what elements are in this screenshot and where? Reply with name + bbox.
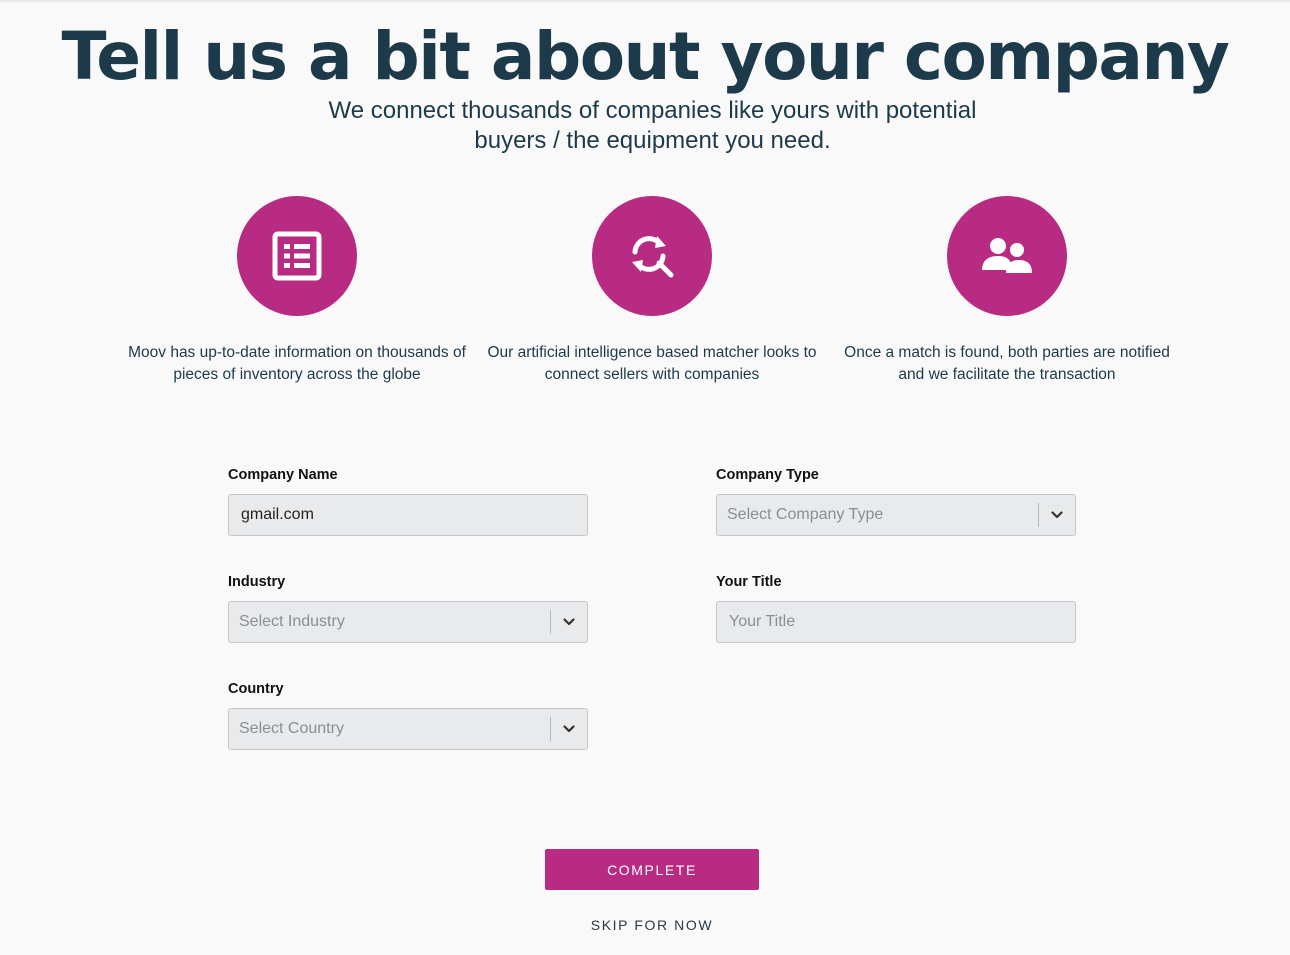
your-title-input[interactable] xyxy=(717,602,1075,642)
country-placeholder: Select Country xyxy=(239,720,344,737)
users-icon xyxy=(982,238,1032,273)
industry-placeholder: Select Industry xyxy=(239,613,345,630)
country-field: Country Select Country xyxy=(228,680,588,750)
company-type-placeholder: Select Company Type xyxy=(727,506,884,523)
country-label: Country xyxy=(228,681,284,697)
company-type-select[interactable]: Select Company Type xyxy=(716,494,1076,536)
industry-label: Industry xyxy=(228,574,286,590)
industry-field: Industry Select Industry xyxy=(228,573,588,643)
feature-description: Our artificial intelligence based matche… xyxy=(487,344,817,383)
feature-description: Moov has up-to-date information on thous… xyxy=(128,344,466,383)
company-name-input[interactable] xyxy=(229,495,587,535)
company-name-box xyxy=(228,494,588,536)
search-sync-icon xyxy=(632,236,674,278)
feature-matcher: Our artificial intelligence based matche… xyxy=(477,196,827,386)
your-title-label: Your Title xyxy=(716,574,782,590)
feature-inventory: Moov has up-to-date information on thous… xyxy=(122,196,472,386)
select-separator xyxy=(1038,503,1039,527)
feature-icon-circle xyxy=(947,196,1067,316)
feature-icon-circle xyxy=(592,196,712,316)
chevron-down-icon[interactable] xyxy=(560,614,578,630)
company-type-label: Company Type xyxy=(716,467,819,483)
list-document-icon xyxy=(272,231,322,281)
chevron-down-icon[interactable] xyxy=(560,721,578,737)
top-divider xyxy=(0,0,1290,2)
chevron-down-icon[interactable] xyxy=(1048,507,1066,523)
industry-select[interactable]: Select Industry xyxy=(228,601,588,643)
feature-transaction: Once a match is found, both parties are … xyxy=(832,196,1182,386)
complete-button[interactable]: COMPLETE xyxy=(545,849,759,890)
skip-for-now-link[interactable]: SKIP FOR NOW xyxy=(545,914,759,936)
country-select[interactable]: Select Country xyxy=(228,708,588,750)
company-name-field: Company Name xyxy=(228,466,588,536)
your-title-field: Your Title xyxy=(716,573,1076,643)
company-type-field: Company Type Select Company Type xyxy=(716,466,1076,536)
page-title: Tell us a bit about your company xyxy=(61,18,1230,95)
select-separator xyxy=(550,717,551,741)
company-name-label: Company Name xyxy=(228,467,338,483)
feature-description: Once a match is found, both parties are … xyxy=(844,344,1170,383)
select-separator xyxy=(550,610,551,634)
feature-icon-circle xyxy=(237,196,357,316)
your-title-box xyxy=(716,601,1076,643)
page-subtitle: We connect thousands of companies like y… xyxy=(328,97,977,154)
